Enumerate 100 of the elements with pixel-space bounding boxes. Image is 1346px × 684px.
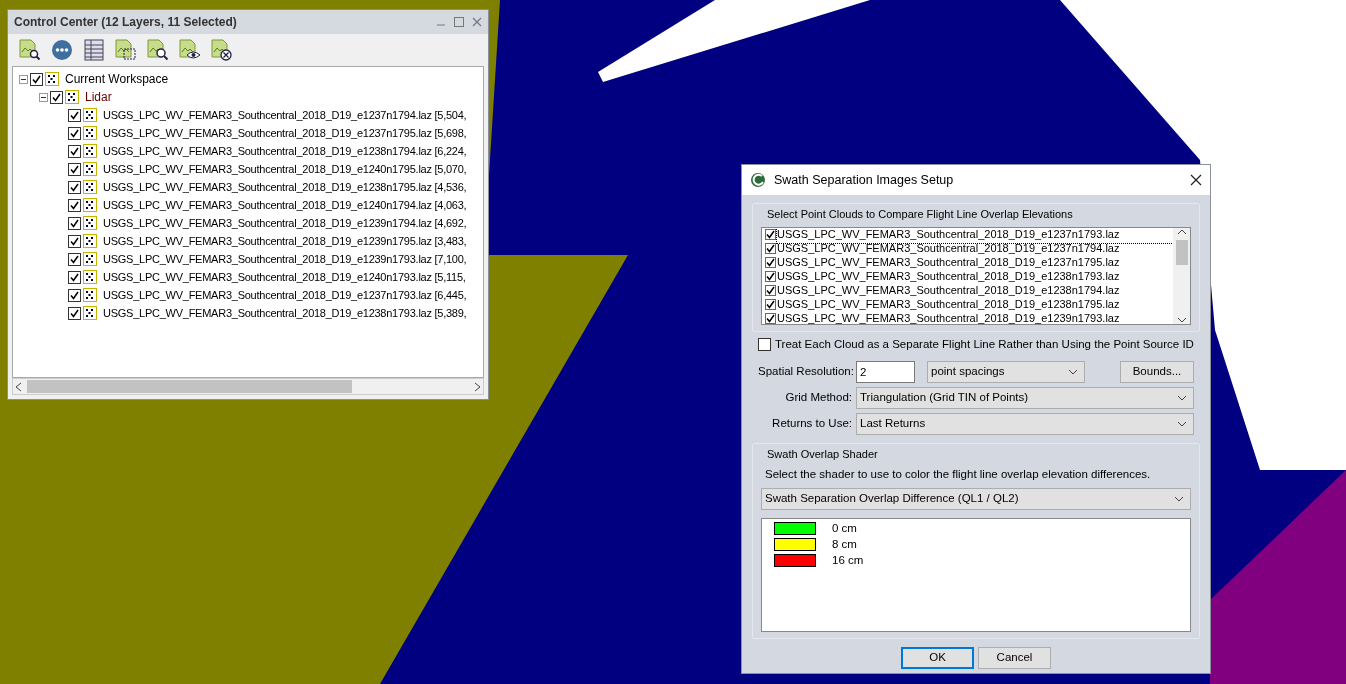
document-eye-icon[interactable]	[178, 38, 202, 62]
field-label: Returns to Use:	[771, 416, 852, 432]
checkbox[interactable]	[765, 299, 776, 310]
resolution-input[interactable]: 2	[856, 360, 915, 383]
collapse-icon[interactable]	[39, 92, 48, 102]
window-title: Control Center (12 Layers, 11 Selected)	[14, 14, 237, 31]
checkbox[interactable]	[68, 270, 81, 284]
point-cloud-icon	[83, 198, 97, 212]
checkbox[interactable]	[68, 108, 81, 122]
tree-item[interactable]: USGS_LPC_WV_FEMAR3_Southcentral_2018_D19_e1239n1794.laz [4,692,	[103, 214, 467, 232]
units-dropdown[interactable]: point spacings	[927, 360, 1085, 383]
checkbox[interactable]	[30, 72, 43, 86]
scrollbar-thumb[interactable]	[27, 380, 352, 393]
checkbox[interactable]	[68, 306, 81, 320]
shader-dropdown[interactable]: Swath Separation Overlap Difference (QL1 / QL2)	[761, 487, 1191, 510]
list-item[interactable]: USGS_LPC_WV_FEMAR3_Southcentral_2018_D19_e1237n1793.laz	[777, 227, 1173, 243]
checkbox[interactable]	[758, 337, 771, 351]
scrollbar-thumb[interactable]	[1175, 239, 1188, 265]
vertical-scrollbar[interactable]	[1173, 227, 1190, 324]
tree-item[interactable]: Lidar	[85, 88, 112, 106]
point-cloud-icon	[83, 252, 97, 266]
dialog-button[interactable]: OK	[901, 646, 974, 669]
list-item[interactable]: USGS_LPC_WV_FEMAR3_Southcentral_2018_D19_e1239n1793.laz	[777, 310, 1120, 324]
field-label: Spatial Resolution:	[758, 364, 852, 380]
dialog-button[interactable]: Cancel	[978, 646, 1051, 669]
legend-label: 8 cm	[832, 536, 857, 552]
app-logo-icon	[750, 172, 766, 188]
checkbox-label: Treat Each Cloud as a Separate Flight Line Rather than Using the Point Source ID	[775, 336, 1194, 352]
checkbox[interactable]	[50, 90, 63, 104]
grid-method-dropdown[interactable]: Triangulation (Grid TIN of Points)	[856, 386, 1194, 409]
bounds-button[interactable]: Bounds...	[1120, 360, 1194, 383]
returns-dropdown[interactable]: Last Returns	[856, 412, 1194, 435]
legend-label: 16 cm	[832, 552, 864, 568]
group-title: Select Point Clouds to Compare Flight Line Overlap Elevations	[766, 207, 1074, 222]
close-icon[interactable]	[1190, 174, 1202, 186]
horizontal-scrollbar[interactable]	[12, 378, 484, 395]
more-icon[interactable]	[50, 38, 74, 62]
tree-item[interactable]: USGS_LPC_WV_FEMAR3_Southcentral_2018_D19_e1239n1793.laz [7,100,	[103, 250, 467, 268]
dialog-title: Swath Separation Images Setup	[774, 171, 955, 189]
point-cloud-icon	[83, 144, 97, 158]
checkbox[interactable]	[68, 162, 81, 176]
tree-item[interactable]: USGS_LPC_WV_FEMAR3_Southcentral_2018_D19_e1238n1794.laz [6,224,	[103, 142, 467, 160]
tree-item[interactable]: USGS_LPC_WV_FEMAR3_Southcentral_2018_D19_e1240n1794.laz [4,063,	[103, 196, 467, 214]
point-cloud-icon	[83, 288, 97, 302]
tree-item[interactable]: USGS_LPC_WV_FEMAR3_Southcentral_2018_D19_e1238n1795.laz [4,536,	[103, 178, 467, 196]
list-item[interactable]: USGS_LPC_WV_FEMAR3_Southcentral_2018_D19_e1238n1794.laz	[777, 282, 1120, 299]
list-item[interactable]: USGS_LPC_WV_FEMAR3_Southcentral_2018_D19_e1237n1795.laz	[777, 254, 1120, 271]
checkbox[interactable]	[68, 252, 81, 266]
checkbox[interactable]	[765, 285, 776, 296]
tree-item[interactable]: USGS_LPC_WV_FEMAR3_Southcentral_2018_D19_e1239n1795.laz [3,483,	[103, 232, 467, 250]
chevron-down-icon	[1068, 368, 1078, 375]
field-label: Grid Method:	[784, 390, 852, 406]
point-cloud-icon	[83, 216, 97, 230]
document-selection-icon[interactable]	[114, 38, 138, 62]
list-item[interactable]: USGS_LPC_WV_FEMAR3_Southcentral_2018_D19_e1238n1795.laz	[777, 296, 1120, 313]
tree-item[interactable]: USGS_LPC_WV_FEMAR3_Southcentral_2018_D19_e1237n1793.laz [6,445,	[103, 286, 467, 304]
table-icon[interactable]	[82, 38, 106, 62]
list-item[interactable]: USGS_LPC_WV_FEMAR3_Southcentral_2018_D19_e1237n1794.laz	[777, 240, 1120, 257]
tree-item[interactable]: USGS_LPC_WV_FEMAR3_Southcentral_2018_D19_e1240n1793.laz [5,115,	[103, 268, 466, 286]
tree-item[interactable]: USGS_LPC_WV_FEMAR3_Southcentral_2018_D19_e1238n1793.laz [5,389,	[103, 304, 467, 322]
chevron-down-icon	[1174, 495, 1184, 502]
checkbox[interactable]	[765, 271, 776, 282]
checkbox[interactable]	[68, 216, 81, 230]
point-cloud-icon	[83, 162, 97, 176]
point-cloud-icon	[83, 180, 97, 194]
checkmark-icon	[32, 74, 41, 84]
scroll-down-icon[interactable]	[1176, 315, 1187, 324]
checkbox[interactable]	[765, 313, 776, 324]
checkbox[interactable]	[765, 243, 776, 254]
checkbox[interactable]	[68, 126, 81, 140]
document-search-icon[interactable]	[18, 38, 42, 62]
point-cloud-icon	[45, 72, 59, 86]
legend-label: 0 cm	[832, 520, 857, 536]
point-cloud-list[interactable]	[761, 226, 1191, 325]
point-cloud-icon	[83, 234, 97, 248]
point-cloud-icon	[83, 306, 97, 320]
checkbox[interactable]	[68, 234, 81, 248]
group-title: Swath Overlap Shader	[766, 446, 879, 462]
tree-item[interactable]: USGS_LPC_WV_FEMAR3_Southcentral_2018_D19_e1240n1795.laz [5,070,	[103, 160, 467, 178]
checkbox[interactable]	[68, 198, 81, 212]
point-cloud-icon	[83, 270, 97, 284]
chevron-down-icon	[1177, 394, 1187, 401]
checkbox[interactable]	[765, 257, 776, 268]
tree-item[interactable]: Current Workspace	[65, 70, 169, 88]
tree-item[interactable]: USGS_LPC_WV_FEMAR3_Southcentral_2018_D19_e1237n1795.laz [5,698,	[103, 124, 467, 142]
maximize-icon[interactable]	[454, 17, 464, 27]
checkbox[interactable]	[68, 288, 81, 302]
scroll-up-icon[interactable]	[1176, 227, 1187, 236]
point-cloud-icon	[65, 90, 79, 104]
document-remove-icon[interactable]	[210, 38, 234, 62]
document-zoom-icon[interactable]	[146, 38, 170, 62]
checkbox[interactable]	[68, 144, 81, 158]
point-cloud-icon	[83, 108, 97, 122]
tree-item[interactable]: USGS_LPC_WV_FEMAR3_Southcentral_2018_D19_e1237n1794.laz [5,504,	[103, 106, 467, 124]
collapse-icon[interactable]	[19, 74, 28, 84]
chevron-down-icon	[1177, 420, 1187, 427]
checkbox[interactable]	[765, 229, 776, 240]
shader-description: Select the shader to use to color the flight line overlap elevation differences.	[765, 467, 1152, 483]
checkbox[interactable]	[68, 180, 81, 194]
list-item[interactable]: USGS_LPC_WV_FEMAR3_Southcentral_2018_D19_e1238n1793.laz	[777, 268, 1120, 285]
